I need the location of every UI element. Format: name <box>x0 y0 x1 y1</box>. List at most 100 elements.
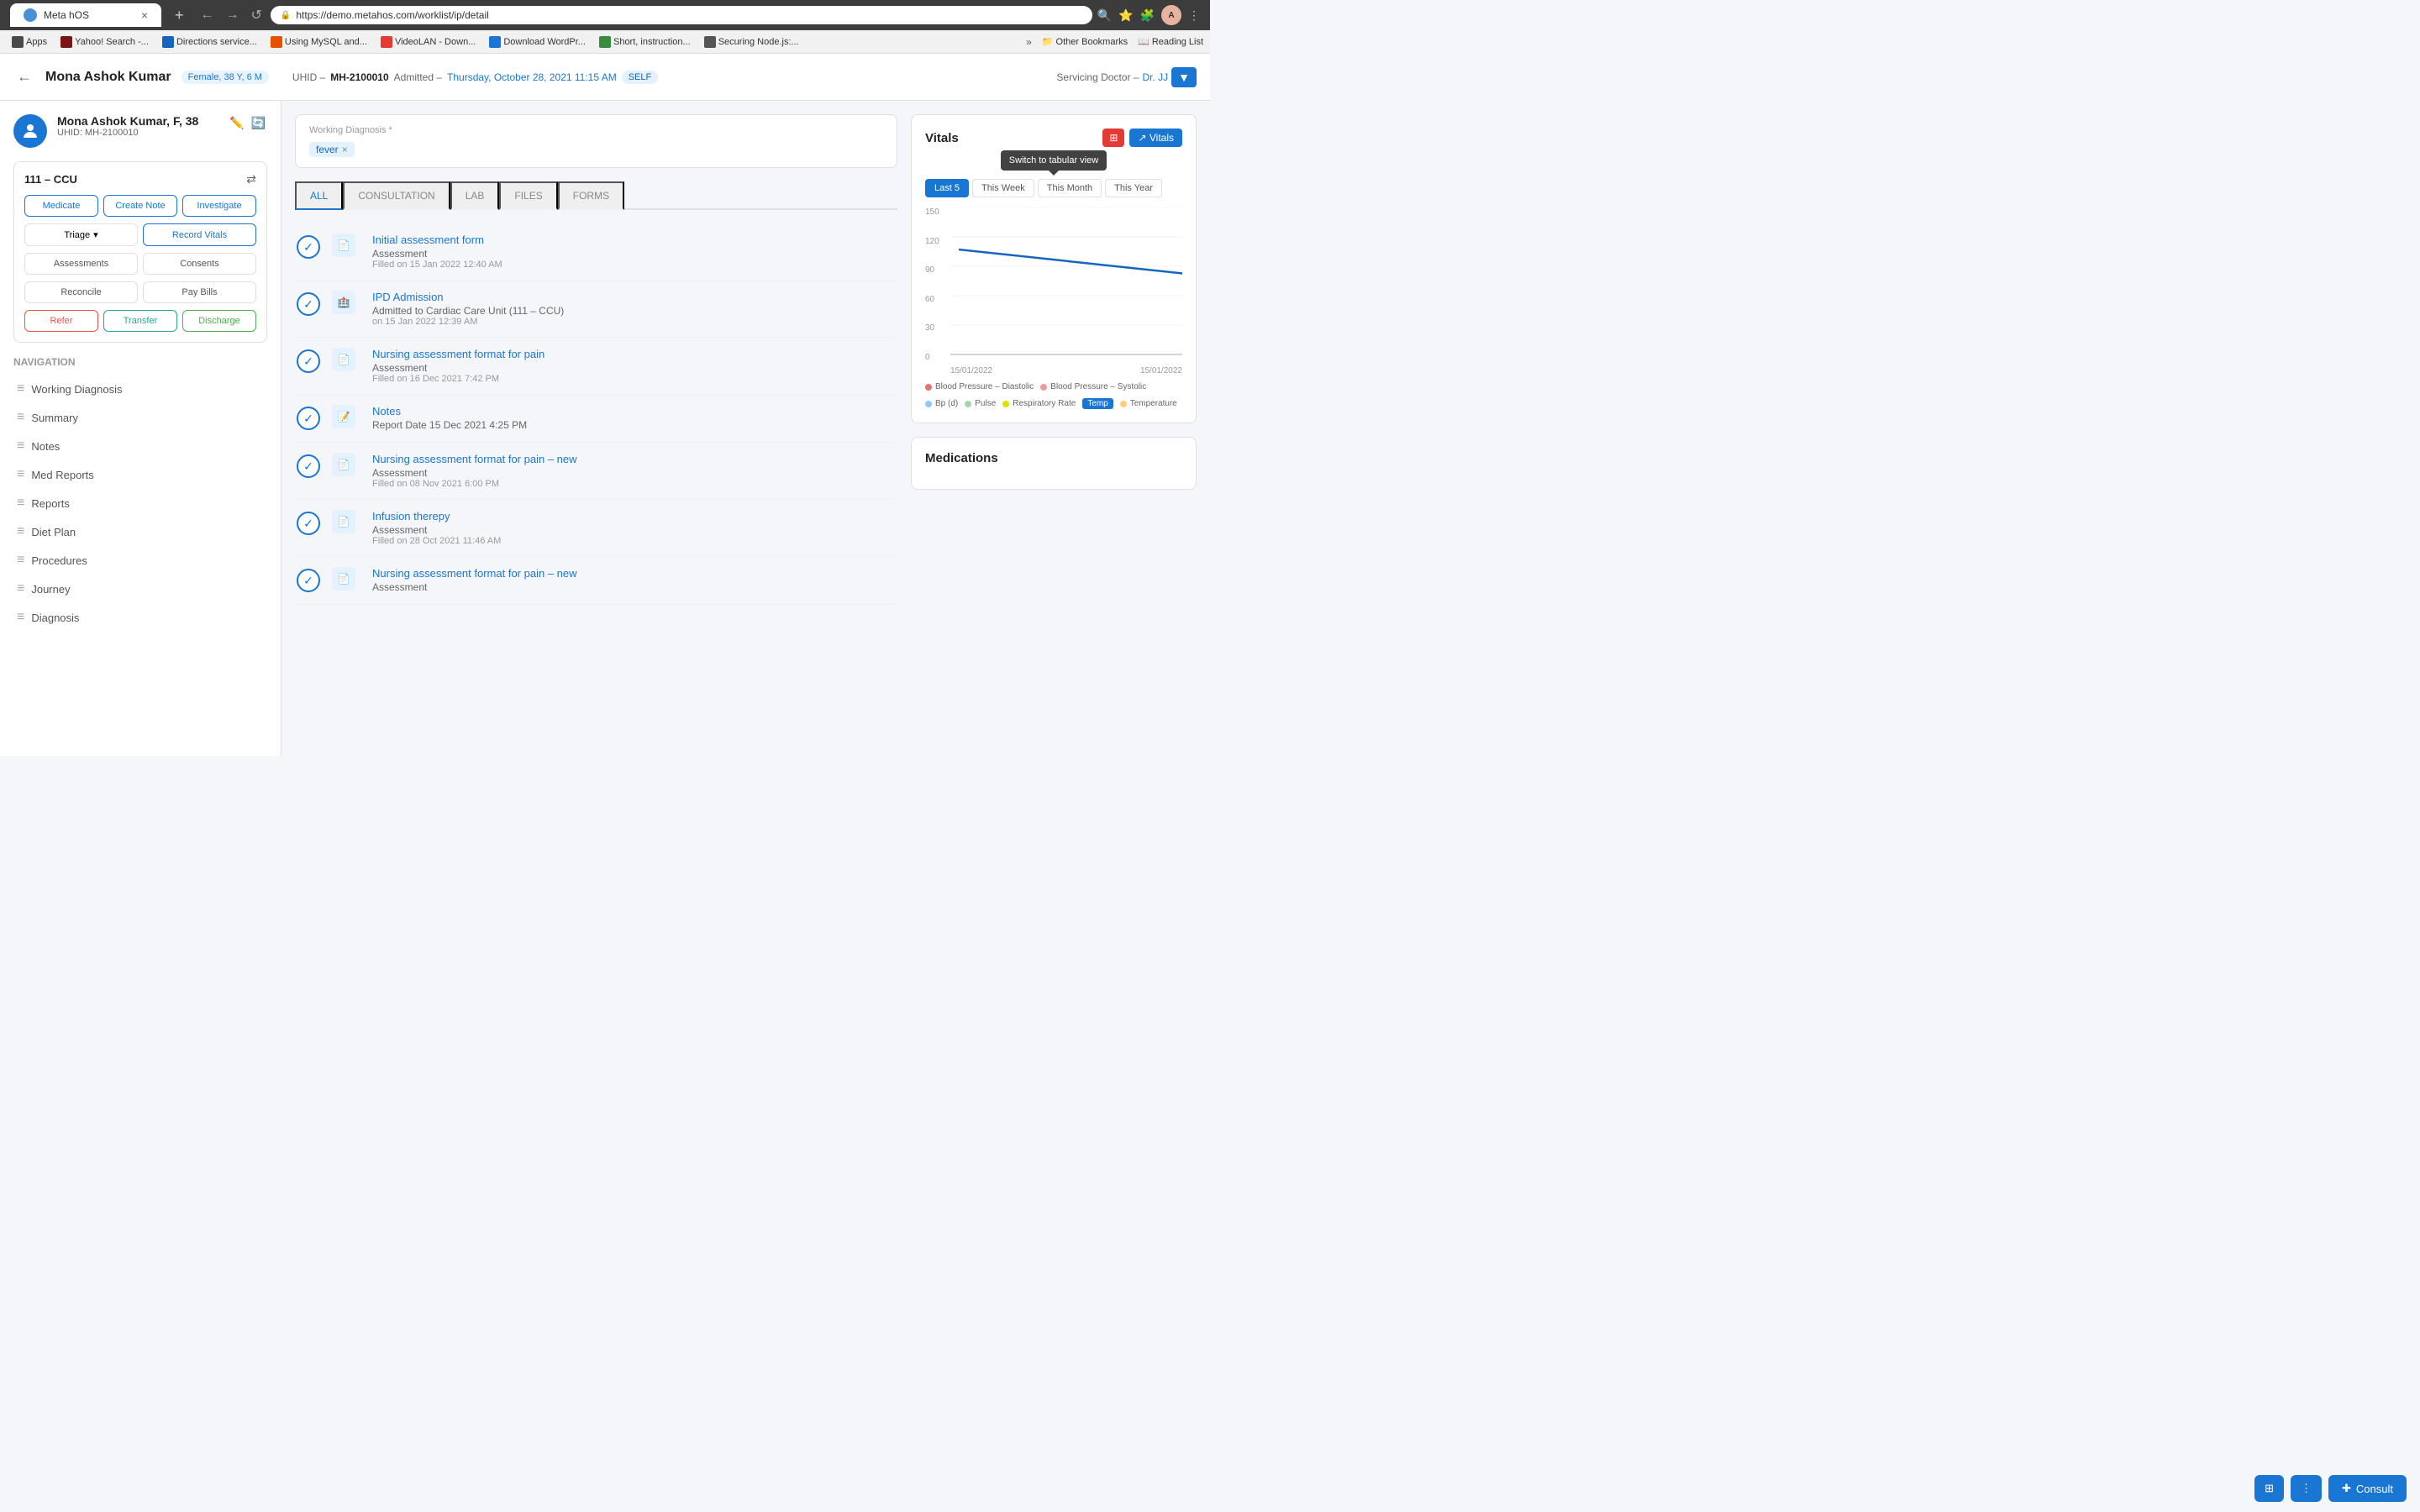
medicate-button[interactable]: Medicate <box>24 195 98 217</box>
doctor-name[interactable]: Dr. JJ <box>1142 71 1168 83</box>
triage-button[interactable]: Triage ▾ <box>24 223 138 246</box>
consult-button[interactable]: ✚ Consult <box>2328 1475 2407 1502</box>
triage-label: Triage <box>64 230 90 240</box>
pay-bills-button[interactable]: Pay Bills <box>143 281 256 303</box>
timeline-title[interactable]: Initial assessment form <box>372 234 897 246</box>
reading-list[interactable]: 📖 Reading List <box>1138 36 1203 47</box>
nav-working-diagnosis[interactable]: ≡Working Diagnosis <box>13 375 267 403</box>
timeline-circle: ✓ <box>297 349 320 373</box>
date-end: 15/01/2022 <box>1140 366 1182 375</box>
timeline-title[interactable]: Nursing assessment format for pain – new <box>372 567 897 580</box>
nav-label: Working Diagnosis <box>31 383 122 396</box>
timeline-title[interactable]: Nursing assessment format for pain – new <box>372 453 897 465</box>
browser-tab[interactable]: Meta hOS × <box>10 3 161 27</box>
refer-button[interactable]: Refer <box>24 310 98 332</box>
menu-icon[interactable]: ⋮ <box>1188 8 1200 23</box>
tab-close-button[interactable]: × <box>141 8 148 22</box>
ward-settings-icon[interactable]: ⇄ <box>246 172 256 186</box>
extensions-icon[interactable]: 🧩 <box>1140 8 1155 23</box>
nav-label: Summary <box>31 412 78 424</box>
legend-temperature[interactable]: Temperature <box>1120 398 1177 409</box>
bookmark-wordpress[interactable]: Download WordPr... <box>484 34 591 50</box>
discharge-button[interactable]: Discharge <box>182 310 256 332</box>
profile-avatar[interactable]: A <box>1161 5 1181 25</box>
nav-notes[interactable]: ≡Notes <box>13 432 267 460</box>
legend-bpd[interactable]: Bp (d) <box>925 398 958 409</box>
nav-procedures[interactable]: ≡Procedures <box>13 546 267 575</box>
legend-label: Blood Pressure – Systolic <box>1050 382 1146 391</box>
left-sidebar: Mona Ashok Kumar, F, 38 UHID: MH-2100010… <box>0 101 281 756</box>
refresh-patient-button[interactable]: 🔄 <box>250 114 267 132</box>
investigate-button[interactable]: Investigate <box>182 195 256 217</box>
tab-lab[interactable]: LAB <box>450 181 500 210</box>
vitals-table-button[interactable]: ⊞ <box>1102 129 1124 147</box>
time-tab-last5[interactable]: Last 5 <box>925 179 969 197</box>
forward-button[interactable]: → <box>223 4 243 26</box>
back-navigation[interactable]: ← <box>13 65 35 89</box>
bookmark-directions[interactable]: Directions service... <box>157 34 262 50</box>
time-tab-thismonth[interactable]: This Month <box>1038 179 1102 197</box>
nav-diet-plan[interactable]: ≡Diet Plan <box>13 517 267 546</box>
timeline-title[interactable]: Nursing assessment format for pain <box>372 348 897 360</box>
timeline-title[interactable]: Infusion therepy <box>372 510 897 522</box>
tab-forms[interactable]: FORMS <box>558 181 624 210</box>
more-options-button[interactable]: ⋮ <box>2291 1475 2322 1502</box>
back-button[interactable]: ← <box>197 4 218 26</box>
legend-pulse[interactable]: Pulse <box>965 398 996 409</box>
edit-patient-button[interactable]: ✏️ <box>228 114 245 132</box>
nav-summary[interactable]: ≡Summary <box>13 403 267 432</box>
tab-consultation[interactable]: CONSULTATION <box>343 181 450 210</box>
timeline-content: Initial assessment form Assessment Fille… <box>372 234 897 270</box>
new-tab-button[interactable]: + <box>168 7 191 24</box>
timeline-sub: Assessment <box>372 467 897 479</box>
temp-active-label[interactable]: Temp <box>1082 398 1113 409</box>
consents-button[interactable]: Consents <box>143 253 256 275</box>
grid-view-button[interactable]: ⊞ <box>2254 1475 2284 1502</box>
nav-dash: ≡ <box>17 438 24 454</box>
other-bookmarks[interactable]: 📁 Other Bookmarks <box>1042 36 1128 47</box>
reconcile-button[interactable]: Reconcile <box>24 281 138 303</box>
nav-reports[interactable]: ≡Reports <box>13 489 267 517</box>
bookmark-vlc[interactable]: VideoLAN - Down... <box>376 34 481 50</box>
tab-files[interactable]: FILES <box>499 181 557 210</box>
lock-icon: 🔒 <box>281 11 291 20</box>
bookmark-short[interactable]: Short, instruction... <box>594 34 696 50</box>
bookmark-yahoo[interactable]: Yahoo! Search -... <box>55 34 154 50</box>
nav-dash: ≡ <box>17 553 24 568</box>
assessments-button[interactable]: Assessments <box>24 253 138 275</box>
address-bar[interactable]: 🔒 https://demo.metahos.com/worklist/ip/d… <box>271 6 1092 24</box>
nav-med-reports[interactable]: ≡Med Reports <box>13 460 267 489</box>
wd-tags: fever × <box>309 142 883 157</box>
more-bookmarks[interactable]: » <box>1026 36 1032 48</box>
time-tab-thisyear[interactable]: This Year <box>1105 179 1162 197</box>
wordpress-favicon <box>489 36 501 48</box>
bookmark-icon[interactable]: ⭐ <box>1118 8 1133 23</box>
reload-button[interactable]: ↺ <box>248 3 266 27</box>
nodejs-favicon <box>704 36 716 48</box>
create-note-button[interactable]: Create Note <box>103 195 177 217</box>
vitals-chart-button[interactable]: ↗ Vitals <box>1129 129 1182 147</box>
legend-temp-active[interactable]: Temp <box>1082 398 1113 409</box>
nav-journey[interactable]: ≡Journey <box>13 575 267 603</box>
legend-respiratory[interactable]: Respiratory Rate <box>1002 398 1076 409</box>
record-vitals-button[interactable]: Record Vitals <box>143 223 256 246</box>
transfer-button[interactable]: Transfer <box>103 310 177 332</box>
timeline-item: ✓ 📄 Nursing assessment format for pain –… <box>295 557 897 605</box>
wd-tag-remove[interactable]: × <box>342 144 348 155</box>
settings-button[interactable]: ▼ <box>1171 67 1197 87</box>
bookmark-nodejs-label: Securing Node.js:... <box>718 37 799 47</box>
wd-label: Working Diagnosis * <box>309 125 883 135</box>
browser-chrome: Meta hOS × + ← → ↺ 🔒 https://demo.metaho… <box>0 0 1210 30</box>
chart-svg <box>950 207 1182 355</box>
bookmark-nodejs[interactable]: Securing Node.js:... <box>699 34 804 50</box>
timeline-title[interactable]: Notes <box>372 405 897 417</box>
bookmark-apps[interactable]: Apps <box>7 34 52 50</box>
legend-bp-systolic[interactable]: Blood Pressure – Systolic <box>1040 382 1146 391</box>
tab-all[interactable]: ALL <box>295 181 343 210</box>
bookmark-mysql[interactable]: Using MySQL and... <box>266 34 372 50</box>
time-tab-thisweek[interactable]: This Week <box>972 179 1034 197</box>
nav-diagnosis[interactable]: ≡Diagnosis <box>13 603 267 632</box>
search-icon[interactable]: 🔍 <box>1097 8 1112 23</box>
legend-bp-diastolic[interactable]: Blood Pressure – Diastolic <box>925 382 1034 391</box>
timeline-title[interactable]: IPD Admission <box>372 291 897 303</box>
